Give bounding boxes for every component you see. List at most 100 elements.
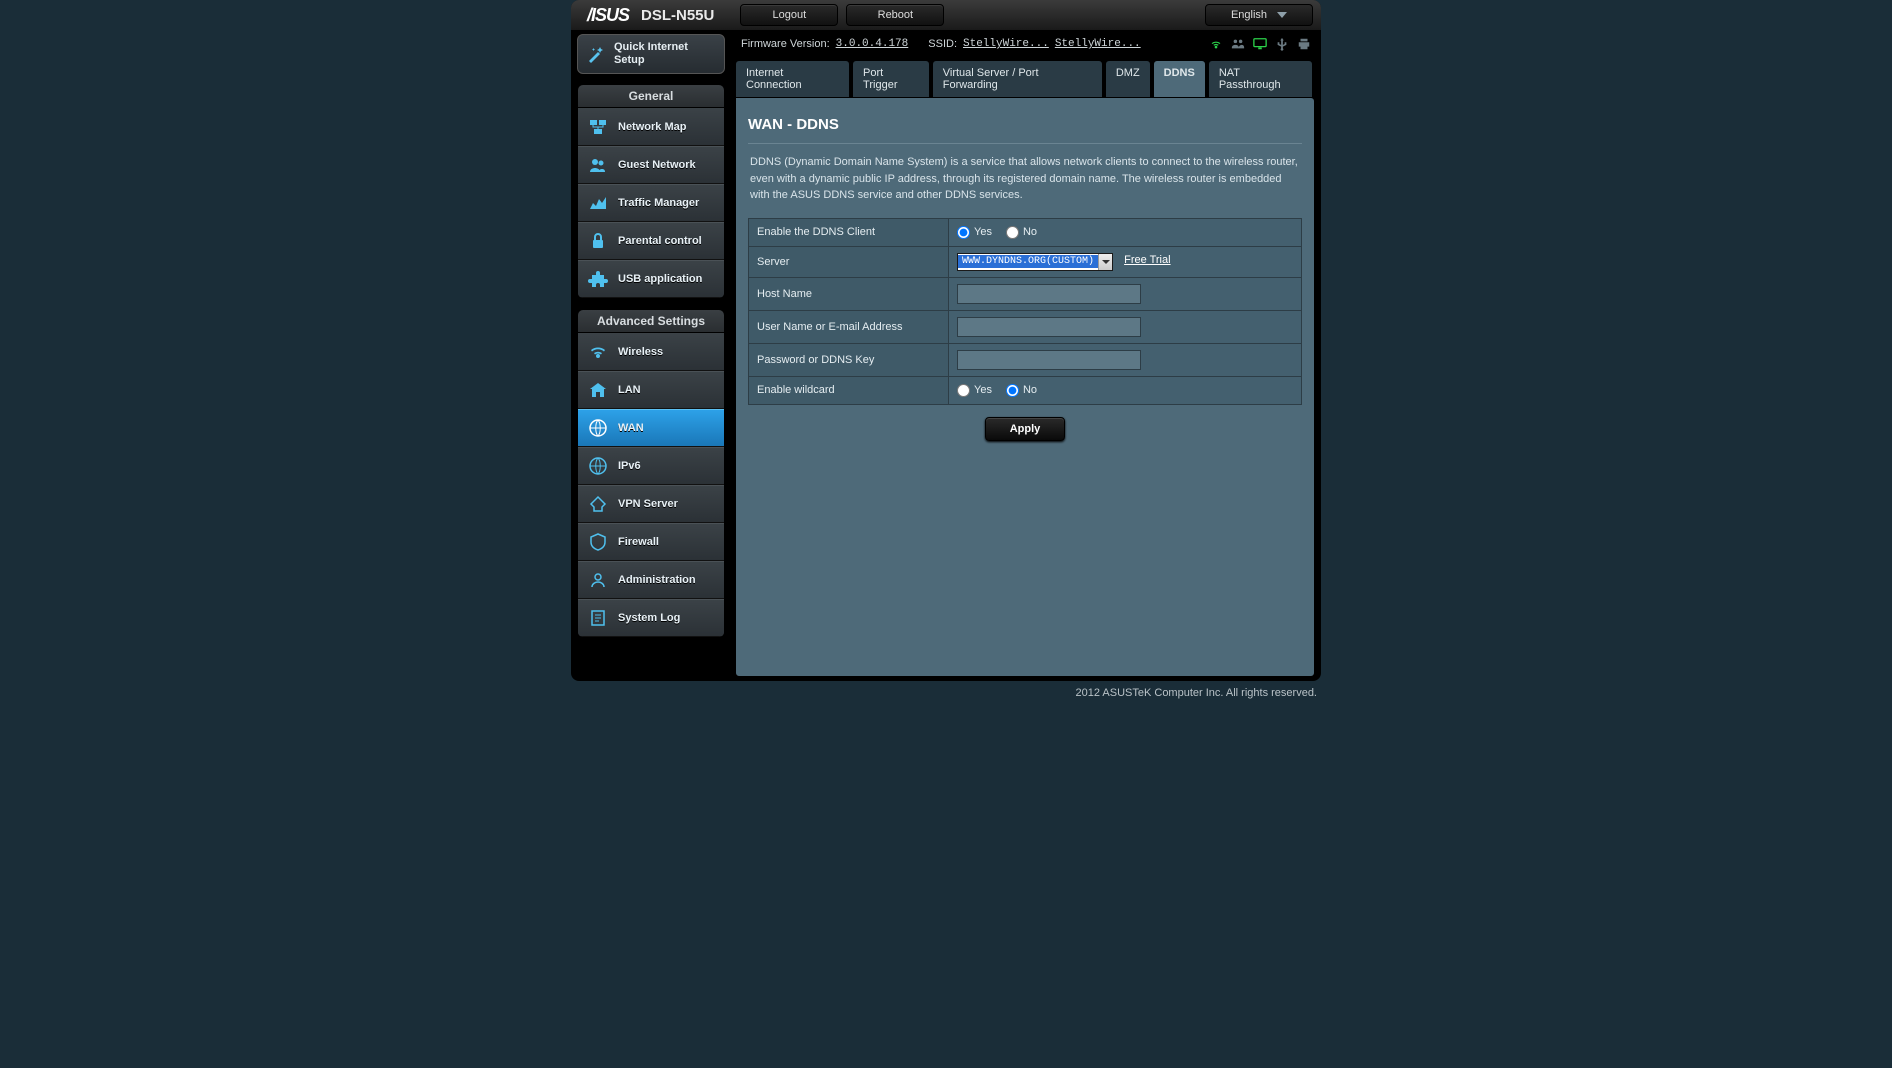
server-select-value: WWW.DYNDNS.ORG(CUSTOM) <box>958 255 1098 268</box>
globe-icon <box>588 456 608 476</box>
no-label: No <box>1023 384 1037 396</box>
enable-ddns-no-radio[interactable] <box>1006 226 1019 239</box>
row-value-wildcard: Yes No <box>949 376 1302 404</box>
quick-internet-setup-button[interactable]: Quick Internet Setup <box>577 34 725 74</box>
row-label-server: Server <box>749 246 949 277</box>
sidebar-item-label: IPv6 <box>618 460 641 472</box>
tab-nat-passthrough[interactable]: NAT Passthrough <box>1208 60 1313 97</box>
topbar: /ISUS DSL-N55U Logout Reboot English <box>571 0 1321 30</box>
network-map-icon <box>588 117 608 137</box>
ssid2-link[interactable]: StellyWire... <box>1055 38 1141 50</box>
sidebar-item-administration[interactable]: Administration <box>578 561 724 599</box>
traffic-manager-icon <box>588 193 608 213</box>
wireless-icon <box>588 342 608 362</box>
brand-text: /ISUS <box>587 5 629 26</box>
row-value-password <box>949 343 1302 376</box>
password-input[interactable] <box>957 350 1141 370</box>
tab-label: Port Trigger <box>863 67 897 91</box>
yes-label: Yes <box>974 226 992 238</box>
nav-advanced-list: Wireless LAN WAN IPv6 VPN Server <box>577 333 725 638</box>
language-dropdown[interactable]: English <box>1205 4 1313 26</box>
sidebar-item-firewall[interactable]: Firewall <box>578 523 724 561</box>
vpn-icon <box>588 494 608 514</box>
sidebar-item-parental-control[interactable]: Parental control <box>578 222 724 260</box>
sidebar-item-label: Network Map <box>618 121 686 133</box>
tab-label: Virtual Server / Port Forwarding <box>943 67 1039 91</box>
log-icon <box>588 608 608 628</box>
sidebar-item-lan[interactable]: LAN <box>578 371 724 409</box>
panel-title: WAN - DDNS <box>748 110 1302 144</box>
model-name: DSL-N55U <box>641 7 714 24</box>
row-value-username <box>949 310 1302 343</box>
app-frame: /ISUS DSL-N55U Logout Reboot English Fir… <box>571 0 1321 681</box>
sidebar-item-label: Guest Network <box>618 159 696 171</box>
sidebar-item-traffic-manager[interactable]: Traffic Manager <box>578 184 724 222</box>
enable-ddns-yes-radio[interactable] <box>957 226 970 239</box>
panel: WAN - DDNS DDNS (Dynamic Domain Name Sys… <box>735 97 1315 677</box>
user-icon <box>588 570 608 590</box>
apply-label: Apply <box>1010 423 1041 435</box>
fw-label: Firmware Version: <box>741 38 830 50</box>
quick-setup-label: Quick Internet Setup <box>614 41 716 67</box>
wildcard-yes-radio[interactable] <box>957 384 970 397</box>
row-value-server: WWW.DYNDNS.ORG(CUSTOM) Free Trial <box>949 246 1302 277</box>
puzzle-icon <box>588 269 608 289</box>
sidebar-item-guest-network[interactable]: Guest Network <box>578 146 724 184</box>
logout-button[interactable]: Logout <box>740 4 838 26</box>
tabs: Internet Connection Port Trigger Virtual… <box>735 60 1315 97</box>
brand-logo: /ISUS <box>579 5 629 26</box>
tab-port-trigger[interactable]: Port Trigger <box>852 60 930 97</box>
home-icon <box>588 380 608 400</box>
lock-icon <box>588 231 608 251</box>
tab-internet-connection[interactable]: Internet Connection <box>735 60 850 97</box>
yes-label: Yes <box>974 384 992 396</box>
reboot-button[interactable]: Reboot <box>846 4 944 26</box>
tab-label: DDNS <box>1164 67 1195 79</box>
fw-version-link[interactable]: 3.0.0.4.178 <box>836 38 909 50</box>
sidebar-item-label: Wireless <box>618 346 663 358</box>
ssid1-link[interactable]: StellyWire... <box>963 38 1049 50</box>
tab-label: DMZ <box>1116 67 1140 79</box>
sidebar-item-label: Parental control <box>618 235 702 247</box>
guest-network-icon <box>588 155 608 175</box>
sidebar-item-system-log[interactable]: System Log <box>578 599 724 637</box>
reboot-label: Reboot <box>878 9 913 21</box>
globe-icon <box>588 418 608 438</box>
sidebar-item-vpn-server[interactable]: VPN Server <box>578 485 724 523</box>
nav-general-header: General <box>577 84 725 108</box>
ssid-label: SSID: <box>928 38 957 50</box>
users-icon <box>1231 37 1245 51</box>
no-label: No <box>1023 226 1037 238</box>
tab-dmz[interactable]: DMZ <box>1105 60 1151 97</box>
hostname-input[interactable] <box>957 284 1141 304</box>
row-label-wildcard: Enable wildcard <box>749 376 949 404</box>
free-trial-link[interactable]: Free Trial <box>1124 254 1170 266</box>
username-input[interactable] <box>957 317 1141 337</box>
row-label-username: User Name or E-mail Address <box>749 310 949 343</box>
nav-general-list: Network Map Guest Network Traffic Manage… <box>577 108 725 299</box>
tab-ddns[interactable]: DDNS <box>1153 60 1206 97</box>
status-icons <box>1209 37 1311 51</box>
row-value-hostname <box>949 277 1302 310</box>
sidebar-item-wan[interactable]: WAN <box>578 409 724 447</box>
chevron-down-icon <box>1098 254 1112 270</box>
wildcard-no-radio[interactable] <box>1006 384 1019 397</box>
apply-button[interactable]: Apply <box>985 417 1066 441</box>
monitor-icon <box>1253 37 1267 51</box>
row-label-password: Password or DDNS Key <box>749 343 949 376</box>
server-select[interactable]: WWW.DYNDNS.ORG(CUSTOM) <box>957 253 1113 271</box>
tab-virtual-server[interactable]: Virtual Server / Port Forwarding <box>932 60 1103 97</box>
sidebar-item-label: System Log <box>618 612 680 624</box>
sidebar-item-label: Administration <box>618 574 696 586</box>
wand-icon <box>586 44 606 64</box>
sidebar-item-wireless[interactable]: Wireless <box>578 333 724 371</box>
panel-description: DDNS (Dynamic Domain Name System) is a s… <box>748 144 1302 218</box>
sidebar-item-label: Traffic Manager <box>618 197 699 209</box>
sidebar-item-usb-application[interactable]: USB application <box>578 260 724 298</box>
sidebar-item-network-map[interactable]: Network Map <box>578 108 724 146</box>
sidebar-item-label: WAN <box>618 422 644 434</box>
sidebar: Quick Internet Setup General Network Map… <box>577 34 725 677</box>
sidebar-item-ipv6[interactable]: IPv6 <box>578 447 724 485</box>
usb-icon <box>1275 37 1289 51</box>
language-label: English <box>1231 9 1267 21</box>
